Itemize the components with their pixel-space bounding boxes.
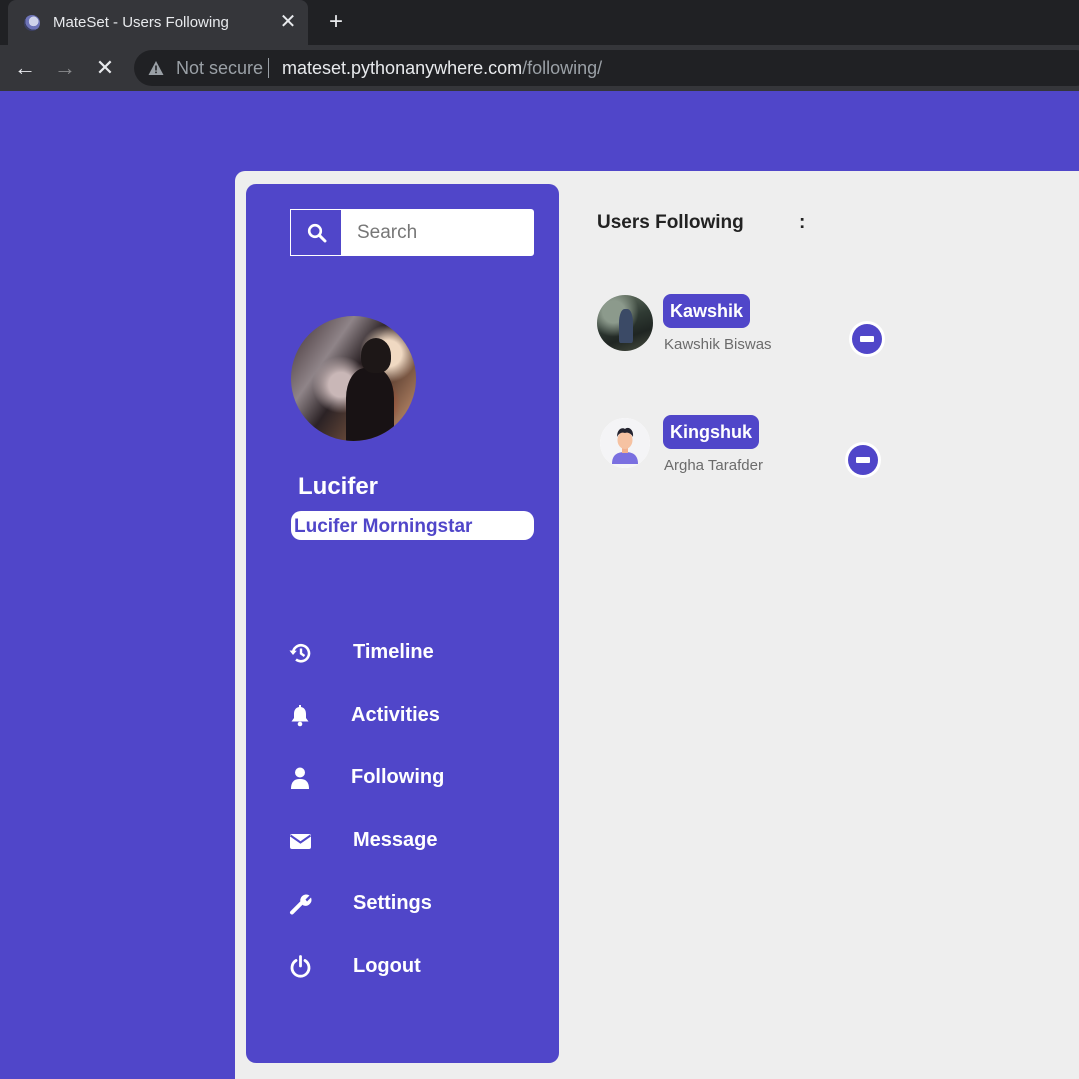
sidebar-item-settings[interactable]: Settings [288, 889, 528, 919]
new-tab-icon[interactable]: + [324, 9, 348, 35]
sidebar-item-label: Activities [351, 704, 440, 726]
back-icon[interactable]: ← [10, 53, 40, 83]
forward-icon[interactable]: → [50, 53, 80, 83]
minus-circle-icon [848, 445, 878, 475]
url-text[interactable]: mateset.pythonanywhere.com/following/ [282, 58, 602, 79]
unfollow-button[interactable] [849, 321, 885, 357]
url-host: mateset.pythonanywhere.com [282, 58, 523, 78]
stop-loading-icon[interactable]: ✕ [90, 53, 120, 83]
sidebar-item-following[interactable]: Following [288, 763, 528, 793]
wrench-icon [290, 894, 312, 915]
user-username-badge[interactable]: Kawshik [663, 294, 751, 328]
sidebar-item-label: Following [351, 766, 445, 788]
sidebar-item-label: Settings [353, 892, 432, 914]
minus-circle-icon [852, 324, 882, 354]
sidebar-item-label: Logout [353, 955, 421, 977]
power-icon [290, 955, 311, 978]
address-bar[interactable]: Not secure mateset.pythonanywhere.com/fo… [134, 50, 1079, 86]
user-username-badge[interactable]: Kingshuk [663, 415, 760, 449]
user-fullname: Argha Tarafder [664, 457, 763, 474]
sidebar-item-label: Message [353, 829, 438, 851]
sidebar [246, 184, 559, 1063]
default-avatar-icon [600, 418, 650, 468]
avatar-figure [619, 309, 633, 343]
sidebar-item-timeline[interactable]: Timeline [288, 638, 528, 668]
user-avatar[interactable] [597, 295, 653, 351]
user-fullname: Kawshik Biswas [664, 336, 772, 353]
favicon-icon [24, 15, 40, 31]
profile-fullname: Lucifer Morningstar [291, 511, 534, 540]
history-icon [289, 644, 311, 663]
url-path: /following/ [522, 58, 603, 78]
warning-icon [148, 61, 164, 75]
envelope-icon [289, 834, 312, 849]
page-title: Users Following [597, 212, 744, 233]
search-button[interactable] [290, 209, 342, 256]
search-icon [307, 223, 327, 243]
profile-avatar[interactable] [291, 316, 416, 441]
browser-toolbar: ← → ✕ Not secure mateset.pythonanywhere.… [0, 45, 1079, 91]
sidebar-item-logout[interactable]: Logout [288, 952, 528, 982]
close-tab-icon[interactable]: ✕ [278, 10, 298, 34]
tab-title: MateSet - Users Following [53, 14, 229, 31]
sidebar-item-message[interactable]: Message [288, 826, 528, 856]
sidebar-item-label: Timeline [353, 641, 434, 663]
unfollow-button[interactable] [845, 442, 881, 478]
sidebar-item-activities[interactable]: Activities [288, 701, 528, 731]
avatar-figure-head [361, 338, 391, 373]
avatar-figure-body [346, 368, 394, 441]
user-icon [291, 767, 309, 789]
bell-icon [291, 705, 309, 727]
browser-tab[interactable]: MateSet - Users Following ✕ [8, 0, 308, 45]
profile-username: Lucifer [298, 473, 379, 500]
user-avatar[interactable] [600, 418, 650, 468]
address-divider [268, 58, 269, 78]
page-title-colon: : [799, 212, 806, 233]
search-input[interactable] [342, 209, 534, 256]
not-secure-label[interactable]: Not secure [176, 58, 263, 79]
browser-tab-bar: MateSet - Users Following ✕ + [0, 0, 1079, 45]
search-bar [290, 209, 534, 256]
